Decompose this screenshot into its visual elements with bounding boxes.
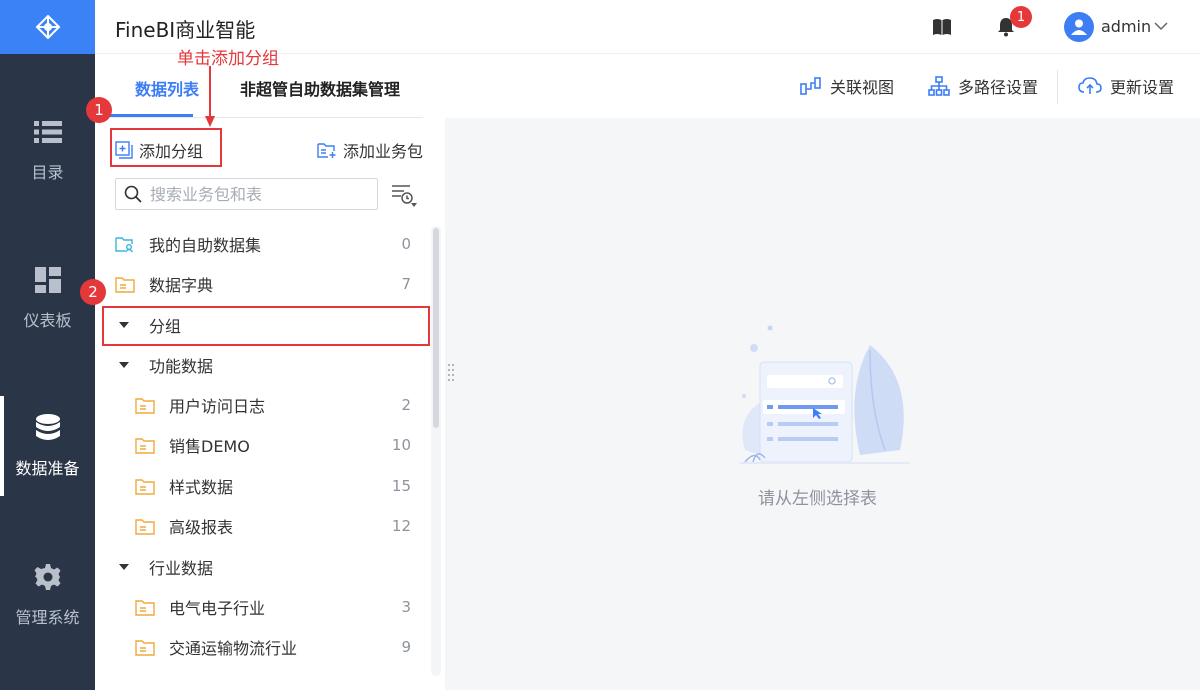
empty-state-text: 请从左侧选择表 (758, 489, 877, 509)
cloud-refresh-icon (1078, 77, 1102, 94)
self-service-folder-icon (115, 235, 135, 253)
folder-icon (135, 396, 155, 414)
list-item-data-dictionary[interactable]: 数据字典 7 (95, 264, 430, 304)
update-settings-label: 更新设置 (1110, 78, 1175, 97)
annotation-step-2: 2 (80, 279, 106, 305)
nav-item-label: 数据准备 (15, 459, 80, 478)
relation-view-icon (800, 77, 821, 95)
caret-down-icon (119, 360, 129, 370)
folder-icon (135, 436, 155, 454)
annotation-hint: 单击添加分组 (177, 49, 279, 69)
nav-item-admin[interactable]: 管理系统 (0, 545, 95, 645)
avatar[interactable] (1064, 12, 1094, 42)
database-icon (33, 413, 63, 443)
list-item-electrical-industry[interactable]: 电气电子行业 3 (95, 587, 430, 627)
folder-icon (115, 275, 135, 293)
list-item-label: 用户访问日志 (169, 397, 266, 416)
app-logo[interactable] (0, 0, 95, 54)
tab-data-list[interactable]: 数据列表 (135, 76, 199, 100)
data-list-panel: 添加分组 添加业务包 我的自助数据集 0 数据字典 7 分组 功能数据 (95, 118, 445, 690)
list-icon (33, 117, 63, 147)
multi-path-settings-label: 多路径设置 (958, 78, 1039, 97)
book-icon[interactable] (931, 16, 953, 38)
folder-icon (135, 477, 155, 495)
multi-path-settings-button[interactable]: 多路径设置 (928, 74, 1038, 98)
list-item-advanced-reports[interactable]: 高级报表 12 (95, 506, 430, 546)
logo-icon (35, 14, 60, 40)
nav-item-label: 仪表板 (23, 311, 72, 330)
list-item-label: 我的自助数据集 (149, 236, 262, 255)
list-item-style-data[interactable]: 样式数据 15 (95, 466, 430, 506)
item-count: 2 (401, 396, 411, 414)
nav-item-label: 目录 (31, 163, 64, 182)
nav-item-label: 管理系统 (15, 608, 80, 627)
list-item-label: 高级报表 (169, 518, 234, 537)
resize-handle-icon[interactable] (447, 362, 455, 382)
update-settings-button[interactable]: 更新设置 (1078, 74, 1174, 98)
group-row-industry-data[interactable]: 行业数据 (95, 547, 430, 587)
tab-self-service-management[interactable]: 非超管自助数据集管理 (240, 76, 400, 100)
annotation-arrow (205, 66, 215, 127)
add-package-label: 添加业务包 (343, 142, 424, 161)
list-item-transport-logistics[interactable]: 交通运输物流行业 9 (95, 627, 430, 667)
dashboard-icon (33, 265, 63, 295)
add-package-icon (317, 143, 336, 158)
search-input[interactable] (150, 184, 360, 204)
list-item-label: 销售DEMO (169, 437, 250, 456)
list-item-label: 交通运输物流行业 (169, 639, 298, 658)
list-item-user-access-log[interactable]: 用户访问日志 2 (95, 385, 430, 425)
app-title: FineBI商业智能 (115, 18, 256, 42)
list-item-my-self-service[interactable]: 我的自助数据集 0 (95, 224, 430, 264)
chevron-down-icon[interactable] (1153, 18, 1169, 34)
nav-item-data-prep[interactable]: 数据准备 (0, 396, 95, 496)
folder-icon (135, 638, 155, 656)
left-nav: 目录 仪表板 数据准备 管理系统 (0, 0, 95, 690)
list-item-sales-demo[interactable]: 销售DEMO 10 (95, 425, 430, 465)
item-count: 15 (391, 477, 411, 495)
folder-icon (135, 598, 155, 616)
hierarchy-icon (928, 76, 950, 96)
annotation-step-1: 1 (86, 97, 112, 123)
group-label: 功能数据 (149, 357, 214, 376)
notification-badge: 1 (1010, 6, 1032, 28)
empty-state-illustration (740, 325, 910, 464)
action-divider (1057, 70, 1058, 104)
group-label: 行业数据 (149, 559, 214, 578)
folder-icon (135, 517, 155, 535)
add-package-button[interactable]: 添加业务包 (317, 138, 423, 162)
annotation-box-group (102, 306, 430, 346)
item-count: 10 (391, 436, 411, 454)
list-item-label: 数据字典 (149, 276, 214, 295)
user-icon (1071, 19, 1087, 35)
item-count: 12 (391, 517, 411, 535)
search-icon (124, 185, 142, 203)
item-count: 9 (401, 638, 411, 656)
group-row-function-data[interactable]: 功能数据 (95, 345, 430, 385)
item-count: 7 (401, 275, 411, 293)
filter-sort-icon[interactable] (390, 182, 418, 208)
relation-view-label: 关联视图 (830, 78, 895, 97)
list-item-label: 样式数据 (169, 478, 234, 497)
caret-down-icon (119, 562, 129, 572)
annotation-box-add-group (110, 128, 222, 167)
relation-view-button[interactable]: 关联视图 (800, 74, 894, 98)
list-item-label: 电气电子行业 (169, 599, 266, 618)
scrollbar-thumb[interactable] (433, 228, 439, 428)
item-count: 0 (401, 235, 411, 253)
nav-item-catalog[interactable]: 目录 (0, 100, 95, 200)
item-count: 3 (401, 598, 411, 616)
gear-icon (33, 562, 63, 592)
username[interactable]: admin (1101, 17, 1151, 36)
search-box (115, 178, 378, 210)
